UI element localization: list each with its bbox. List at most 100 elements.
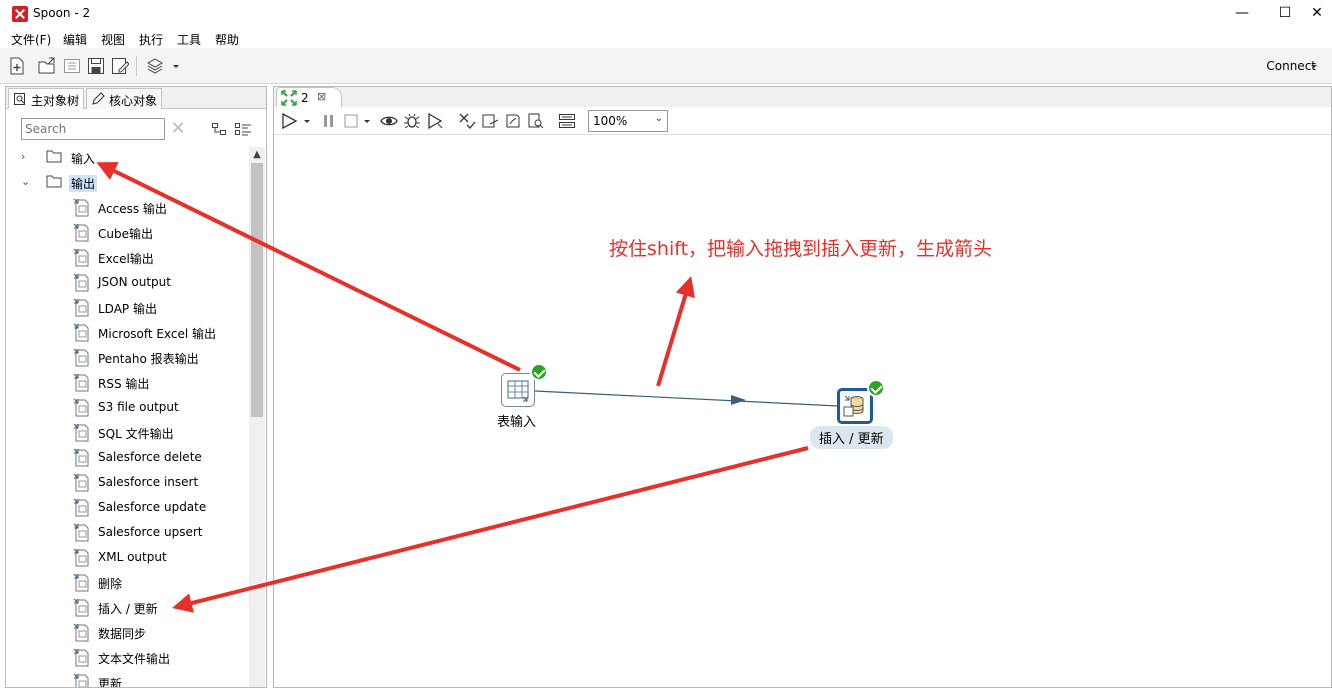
new-file-icon[interactable]	[8, 57, 26, 75]
run-dropdown-icon[interactable]	[302, 112, 312, 130]
tree-label: Cube输出	[98, 227, 153, 241]
title-bar: Spoon - 2 — ☐ ✕	[0, 0, 1332, 28]
menu-help[interactable]: 帮助	[215, 31, 239, 48]
zoom-value: 100%	[593, 114, 628, 128]
zoom-select[interactable]: 100% ⌄	[588, 110, 668, 132]
stop-dropdown-icon[interactable]	[362, 112, 372, 130]
tree-step[interactable]: S3 file output	[6, 397, 246, 419]
tree-step[interactable]: Pentaho 报表输出	[6, 347, 246, 369]
tree-step[interactable]: RSS 输出	[6, 372, 246, 394]
menu-view[interactable]: 视图	[101, 31, 125, 48]
show-results-icon[interactable]	[558, 112, 576, 130]
menu-file[interactable]: 文件(F)	[11, 31, 51, 48]
menu-run[interactable]: 执行	[139, 31, 163, 48]
tree-step[interactable]: Microsoft Excel 输出	[6, 322, 246, 344]
layers-icon[interactable]	[146, 57, 164, 75]
tree-label: 输入	[71, 152, 96, 166]
tree-step[interactable]: Access 输出	[6, 197, 246, 219]
insert-update-icon[interactable]	[837, 388, 873, 424]
run-icon[interactable]	[280, 112, 298, 130]
replay-icon[interactable]	[426, 112, 444, 130]
tab-core-objects[interactable]: 核心对象	[86, 88, 163, 109]
tab-transformation-2[interactable]: 2 ⊠	[276, 87, 342, 108]
menu-tools[interactable]: 工具	[177, 31, 201, 48]
explore-icon[interactable]	[63, 57, 81, 75]
tree-step[interactable]: Salesforce upsert	[6, 522, 246, 544]
tree-step[interactable]: Cube输出	[6, 222, 246, 244]
table-input-icon[interactable]	[501, 373, 535, 407]
step-label: 插入 / 更新	[810, 426, 893, 449]
tree-step[interactable]: Salesforce update	[6, 497, 246, 519]
tree-label: S3 file output	[98, 400, 179, 414]
tree-step[interactable]: JSON output	[6, 272, 246, 294]
status-ok-icon	[867, 379, 885, 397]
chevron-down-icon[interactable]: ⌄	[21, 175, 33, 189]
transformation-canvas[interactable]: 表输入 插入 / 更新	[274, 135, 1331, 687]
tree-step[interactable]: Salesforce insert	[6, 472, 246, 494]
editor-tab-bar: 2 ⊠	[274, 87, 1331, 108]
close-button[interactable]: ✕	[1302, 3, 1332, 23]
maximize-button[interactable]: ☐	[1270, 3, 1300, 23]
annotation-text: 按住shift，把输入拖拽到插入更新，生成箭头	[609, 238, 993, 260]
scroll-up-icon[interactable]: ▲	[249, 147, 265, 163]
expand-all-icon[interactable]	[234, 121, 252, 137]
scroll-thumb[interactable]	[251, 163, 263, 417]
text-file-icon	[73, 648, 91, 667]
collapse-all-icon[interactable]	[211, 121, 229, 137]
tab-main-object-tree[interactable]: 主对象树	[8, 88, 85, 109]
tree-step[interactable]: SQL 文件输出	[6, 422, 246, 444]
tree-scrollbar[interactable]: ▲	[249, 147, 265, 687]
tree-label: Salesforce insert	[98, 475, 199, 489]
close-tab-icon[interactable]: ⊠	[317, 90, 326, 103]
json-icon	[73, 273, 91, 292]
save-as-icon[interactable]	[111, 57, 130, 75]
tree-folder[interactable]: › 输入	[6, 147, 246, 169]
tree-label: Salesforce upsert	[98, 525, 203, 539]
open-icon[interactable]	[38, 57, 56, 75]
tree-label: JSON output	[98, 275, 171, 289]
preview-icon[interactable]	[380, 112, 398, 130]
tree-step[interactable]: 插入 / 更新	[6, 597, 246, 619]
minimize-button[interactable]: —	[1227, 3, 1257, 23]
menu-edit[interactable]: 编辑	[63, 31, 87, 48]
search-input[interactable]	[21, 118, 165, 140]
tree-step[interactable]: LDAP 输出	[6, 297, 246, 319]
save-icon[interactable]	[87, 57, 105, 75]
chevron-down-icon: ⌄	[654, 113, 663, 124]
clear-search-icon[interactable]: ✕	[168, 118, 188, 140]
tree-step[interactable]: Salesforce delete	[6, 447, 246, 469]
main-toolbar: Connect	[0, 48, 1332, 84]
tree-folder[interactable]: ⌄ 输出	[6, 172, 246, 194]
connect-dropdown-icon[interactable]	[1308, 57, 1320, 75]
tree-label: Salesforce delete	[98, 450, 202, 464]
tree-label: 插入 / 更新	[98, 602, 158, 616]
tree-label: Microsoft Excel 输出	[98, 327, 217, 341]
tree-label: SQL 文件输出	[98, 427, 174, 441]
explore-db-icon[interactable]	[527, 112, 545, 130]
tree-label: XML output	[98, 550, 167, 564]
chevron-right-icon[interactable]: ›	[21, 150, 33, 164]
tree-step[interactable]: 更新	[6, 672, 246, 687]
chevron-down-icon[interactable]	[170, 57, 182, 75]
pencil-icon	[91, 92, 105, 106]
tree-label: Salesforce update	[98, 500, 207, 514]
stop-icon[interactable]	[342, 112, 360, 130]
tree-label: Excel输出	[98, 252, 154, 266]
tree-step[interactable]: XML output	[6, 547, 246, 569]
tab-label: 核心对象	[109, 94, 158, 108]
tree-step[interactable]: Excel输出	[6, 247, 246, 269]
design-panel: 主对象树 核心对象 ✕ › 输入 ⌄ 输出 Access 输出 Cube输出 Excel输出…	[5, 86, 267, 688]
folder-icon	[46, 150, 62, 163]
impact-icon[interactable]	[481, 112, 499, 130]
tree-label: 删除	[98, 577, 123, 591]
tree-step[interactable]: 删除	[6, 572, 246, 594]
steps-tree: › 输入 ⌄ 输出 Access 输出 Cube输出 Excel输出 JSON output L…	[6, 147, 248, 687]
tree-step[interactable]: 文本文件输出	[6, 647, 246, 669]
tree-step[interactable]: 数据同步	[6, 622, 246, 644]
verify-icon[interactable]	[458, 112, 476, 130]
pause-icon[interactable]	[320, 112, 338, 130]
sql-icon[interactable]	[504, 112, 522, 130]
debug-icon[interactable]	[403, 112, 421, 130]
delete-icon	[73, 573, 91, 592]
salesforce-update-icon	[73, 498, 91, 517]
